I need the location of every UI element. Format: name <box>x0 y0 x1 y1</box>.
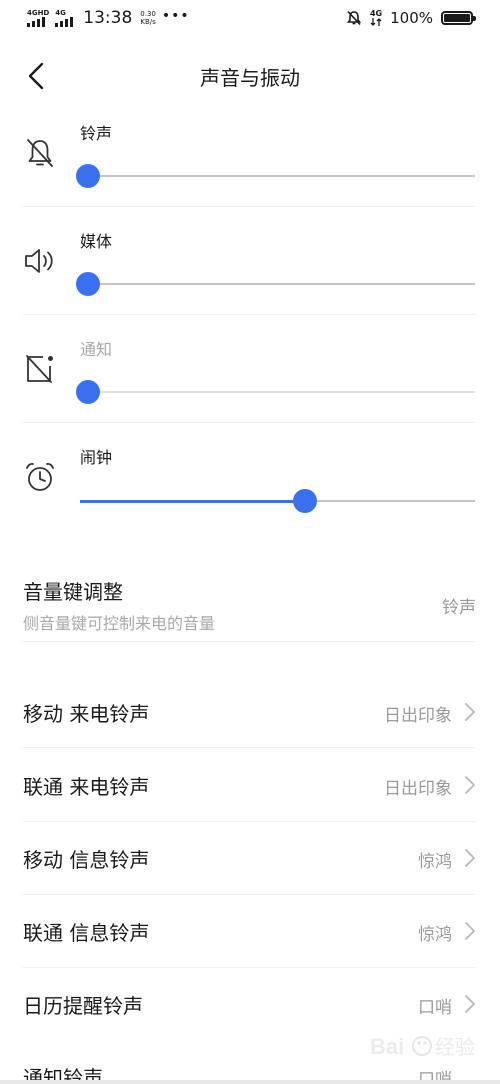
svg-text:Bai: Bai <box>370 1034 404 1059</box>
slider-thumb[interactable] <box>75 272 100 296</box>
slider-thumb[interactable] <box>75 164 100 188</box>
divider <box>23 747 475 748</box>
volume-label: 通知 <box>80 340 113 359</box>
slider-track <box>80 283 475 285</box>
alarm-volume-slider[interactable] <box>80 487 475 515</box>
volume-row-alarm: 闹钟 <box>0 430 500 538</box>
speaker-icon <box>25 249 53 273</box>
slider-thumb[interactable] <box>75 380 100 404</box>
network-speed-unit: KB/s <box>140 18 156 26</box>
item-value: 口哨 <box>418 998 452 1018</box>
volume-key-setting[interactable]: 音量键调整 侧音量键可控制来电的音量 铃声 <box>0 566 500 640</box>
bell-off-icon <box>27 139 53 167</box>
status-time: 13:38 <box>83 8 133 28</box>
item-title: 联通 信息铃声 <box>23 921 150 945</box>
divider <box>23 206 475 207</box>
network-type-2: 4G <box>55 9 66 17</box>
item-value: 日出印象 <box>384 706 452 726</box>
network-type-3: 4G <box>369 9 383 18</box>
watermark-logo: Bai 经验 <box>370 1034 475 1059</box>
item-subtitle: 侧音量键可控制来电的音量 <box>23 614 216 633</box>
list-item-mobile-message-ringtone[interactable]: 移动 信息铃声 惊鸿 <box>0 822 500 892</box>
ringtone-volume-slider[interactable] <box>75 162 475 190</box>
volume-label: 闹钟 <box>80 448 113 467</box>
network-speed-value: 0.30 <box>140 10 156 18</box>
network-type-1: 4GHD <box>27 9 50 17</box>
volume-label: 媒体 <box>80 232 113 251</box>
volume-row-notification: 通知 <box>0 322 500 430</box>
divider <box>23 314 475 315</box>
page-title: 声音与振动 <box>200 66 300 90</box>
slider-track <box>80 175 475 177</box>
item-title: 联通 来电铃声 <box>23 775 150 799</box>
slider-fill <box>80 500 306 503</box>
divider <box>23 641 475 642</box>
divider <box>23 422 475 423</box>
data-arrows-icon <box>370 18 382 26</box>
status-right: 4G 100% <box>346 9 476 27</box>
status-left: 4GHD 4G 13:38 0.30 KB/s ••• <box>27 8 190 28</box>
signal-sim1: 4GHD <box>27 9 49 27</box>
signal-bars-icon <box>27 17 45 27</box>
network-speed: 0.30 KB/s <box>140 10 156 26</box>
list-item-unicom-message-ringtone[interactable]: 联通 信息铃声 惊鸿 <box>0 895 500 965</box>
volume-label: 铃声 <box>80 124 113 143</box>
app-header: 声音与振动 <box>0 48 500 104</box>
list-item-unicom-call-ringtone[interactable]: 联通 来电铃声 日出印象 <box>0 749 500 819</box>
battery-percent: 100% <box>390 9 433 27</box>
svg-text:经验: 经验 <box>435 1036 475 1059</box>
alarm-clock-icon <box>26 463 54 491</box>
slider-track <box>80 391 475 393</box>
notification-volume-slider[interactable] <box>75 378 475 406</box>
media-volume-slider[interactable] <box>75 270 475 298</box>
list-item-mobile-call-ringtone[interactable]: 移动 来电铃声 日出印象 <box>0 676 500 746</box>
item-value: 惊鸿 <box>418 925 452 945</box>
item-value: 铃声 <box>442 598 476 618</box>
more-notifications-icon: ••• <box>161 8 190 24</box>
item-title: 移动 来电铃声 <box>23 702 150 726</box>
item-title: 日历提醒铃声 <box>23 994 143 1018</box>
slider-thumb[interactable] <box>293 489 318 513</box>
item-value: 日出印象 <box>384 779 452 799</box>
chevron-right-icon <box>465 849 475 867</box>
battery-fill <box>444 14 470 22</box>
chevron-right-icon <box>465 776 475 794</box>
bottom-edge <box>0 1080 500 1084</box>
silent-bell-icon <box>346 10 362 26</box>
volume-row-ringtone: 铃声 <box>0 106 500 214</box>
data-network-indicator: 4G <box>370 10 382 26</box>
item-title: 音量键调整 <box>23 580 123 604</box>
signal-bars-icon <box>55 17 74 27</box>
item-value: 惊鸿 <box>418 852 452 872</box>
item-title: 移动 信息铃声 <box>23 848 150 872</box>
signal-sim2: 4G <box>55 9 75 27</box>
chevron-right-icon <box>465 922 475 940</box>
chevron-right-icon <box>465 995 475 1013</box>
notification-off-icon <box>26 355 53 383</box>
battery-icon <box>441 11 476 25</box>
volume-row-media: 媒体 <box>0 214 500 322</box>
chevron-right-icon <box>465 703 475 721</box>
status-bar: 4GHD 4G 13:38 0.30 KB/s ••• 4G 100% <box>0 0 500 40</box>
